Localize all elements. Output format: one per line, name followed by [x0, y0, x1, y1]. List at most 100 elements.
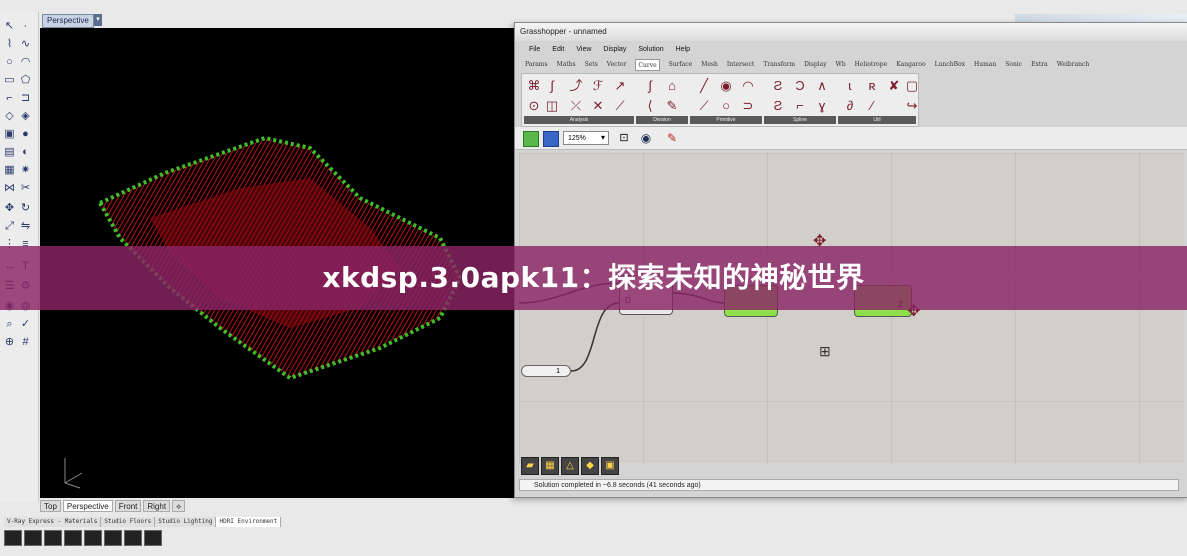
boolean-icon[interactable]: ◐ — [19, 146, 32, 159]
preview-eye-icon[interactable]: ◉ — [639, 131, 653, 145]
discontinuity-icon[interactable]: ⤫ — [568, 98, 584, 114]
tab-vector[interactable]: Vector — [607, 59, 627, 71]
dropdown-panel-icon[interactable]: ▢ — [904, 78, 920, 94]
contour-icon[interactable]: ✎ — [664, 98, 680, 114]
tab-perspective[interactable]: Perspective — [62, 500, 113, 512]
sphere-icon[interactable]: ● — [19, 128, 32, 141]
curve-icon[interactable]: ∿ — [19, 38, 32, 51]
tab-weibranch[interactable]: Weibranch — [1057, 59, 1090, 71]
tab-right[interactable]: Right — [143, 500, 171, 512]
offset-curve-icon[interactable]: ∂ — [842, 98, 858, 114]
circle-component-icon[interactable]: ◉ — [718, 78, 734, 94]
viewport-dropdown-icon[interactable]: ▾ — [94, 14, 102, 26]
tab-front[interactable]: Front — [114, 500, 142, 512]
menu-view[interactable]: View — [576, 43, 591, 57]
line-icon[interactable]: ╱ — [696, 78, 712, 94]
tab-vray-materials[interactable]: V-Ray Express - Materials — [4, 517, 102, 527]
folder-icon[interactable]: ▰ — [521, 457, 539, 475]
shatter-icon[interactable]: ⟨ — [642, 98, 658, 114]
tab-surface[interactable]: Surface — [669, 59, 693, 71]
material-swatch[interactable] — [44, 530, 62, 546]
tab-mesh[interactable]: Mesh — [701, 59, 718, 71]
divide-length-icon[interactable]: ⌂ — [664, 78, 680, 94]
curve-length-icon[interactable]: ∫ — [544, 78, 560, 94]
tab-studio-floors[interactable]: Studio Floors — [101, 517, 156, 527]
curve-analysis-icon[interactable]: ⌘ — [526, 78, 542, 94]
tween-curve-icon[interactable]: ⌐ — [792, 98, 808, 114]
control-points-icon[interactable]: ⊙ — [526, 98, 542, 114]
add-viewport-icon[interactable]: ⟡ — [172, 500, 186, 512]
sketch-brush-icon[interactable]: ✎ — [665, 131, 679, 145]
arc-component-icon[interactable]: ◠ — [740, 78, 756, 94]
tab-extra[interactable]: Extra — [1031, 59, 1048, 71]
group-icon[interactable]: ▦ — [541, 457, 559, 475]
menu-display[interactable]: Display — [603, 43, 626, 57]
circle-icon[interactable]: ○ — [3, 56, 16, 69]
material-swatch[interactable] — [64, 530, 82, 546]
material-swatch[interactable] — [124, 530, 142, 546]
tab-sets[interactable]: Sets — [585, 59, 598, 71]
point-icon[interactable]: · — [19, 20, 32, 33]
offset-icon[interactable]: ⊐ — [19, 92, 32, 105]
fillet-icon[interactable]: ⌐ — [3, 92, 16, 105]
move-icon[interactable]: ✥ — [3, 202, 16, 215]
menu-file[interactable]: File — [529, 43, 540, 57]
bezier-span-icon[interactable]: Ƨ — [770, 98, 786, 114]
rectangle-icon[interactable]: ▭ — [3, 74, 16, 87]
project-icon[interactable]: ⁄ — [864, 98, 880, 114]
grid-icon[interactable]: # — [19, 336, 32, 349]
menu-help[interactable]: Help — [676, 43, 690, 57]
material-swatch[interactable] — [144, 530, 162, 546]
curve-frame-icon[interactable]: ℱ — [590, 78, 606, 94]
material-swatch[interactable] — [84, 530, 102, 546]
fillet-component-icon[interactable]: ɩ — [842, 78, 858, 94]
snap-icon[interactable]: ⊕ — [3, 336, 16, 349]
tab-params[interactable]: Params — [525, 59, 548, 71]
curve-closest-icon[interactable]: ↗ — [612, 78, 628, 94]
open-file-icon[interactable] — [523, 131, 539, 147]
material-swatch[interactable] — [4, 530, 22, 546]
tab-hdri-environment[interactable]: HDRI Environment — [216, 517, 282, 527]
save-file-icon[interactable] — [543, 131, 559, 147]
divide-curve-icon[interactable]: ∫ — [642, 78, 658, 94]
bake-icon[interactable]: ◆ — [581, 457, 599, 475]
tab-wb[interactable]: Wb — [836, 59, 846, 71]
scale-icon[interactable]: ⤢ — [3, 220, 16, 233]
loft-icon[interactable]: ◈ — [19, 110, 32, 123]
cluster-icon[interactable]: △ — [561, 457, 579, 475]
check-icon[interactable]: ✓ — [19, 318, 32, 331]
endpoints-icon[interactable]: ◫ — [544, 98, 560, 114]
tab-heliotrope[interactable]: Heliotrope — [855, 59, 888, 71]
arc-icon[interactable]: ◠ — [19, 56, 32, 69]
menu-edit[interactable]: Edit — [552, 43, 564, 57]
rebuild-icon[interactable]: ↪ — [904, 98, 920, 114]
tab-curve[interactable]: Curve — [635, 59, 660, 71]
explode-icon[interactable]: ✷ — [19, 164, 32, 177]
surface-icon[interactable]: ◇ — [3, 110, 16, 123]
join-curves-icon[interactable]: ʀ — [864, 78, 880, 94]
polyline-icon[interactable]: ⌇ — [3, 38, 16, 51]
menu-solution[interactable]: Solution — [638, 43, 663, 57]
zoom-extents-icon[interactable]: ⊡ — [617, 131, 631, 145]
mirror-icon[interactable]: ⇋ — [19, 220, 32, 233]
circle-cnr-icon[interactable]: ○ — [718, 98, 734, 114]
mesh-icon[interactable]: ▦ — [3, 164, 16, 177]
tab-maths[interactable]: Maths — [557, 59, 576, 71]
tab-transform[interactable]: Transform — [763, 59, 795, 71]
evaluate-curve-icon[interactable]: ⤴ — [568, 78, 584, 94]
nurbs-curve-icon[interactable]: Ɔ — [792, 78, 808, 94]
chevron-down-icon[interactable]: ▾ — [601, 131, 605, 145]
move-gizmo-icon[interactable]: ⊞ — [819, 343, 831, 360]
number-slider[interactable]: 1 — [521, 365, 571, 377]
interpolate-icon[interactable]: Ƨ — [770, 78, 786, 94]
curve-side-icon[interactable]: ✕ — [590, 98, 606, 114]
tab-intersect[interactable]: Intersect — [727, 59, 754, 71]
explode-curve-icon[interactable]: ✘ — [886, 78, 902, 94]
line-sdl-icon[interactable]: ⟋ — [696, 98, 712, 114]
polygon-icon[interactable]: ⬠ — [19, 74, 32, 87]
tab-sonic[interactable]: Sonic — [1005, 59, 1022, 71]
knot-vector-icon[interactable]: ɣ — [814, 98, 830, 114]
tab-human[interactable]: Human — [974, 59, 996, 71]
tab-display[interactable]: Display — [804, 59, 827, 71]
extrude-icon[interactable]: ▤ — [3, 146, 16, 159]
